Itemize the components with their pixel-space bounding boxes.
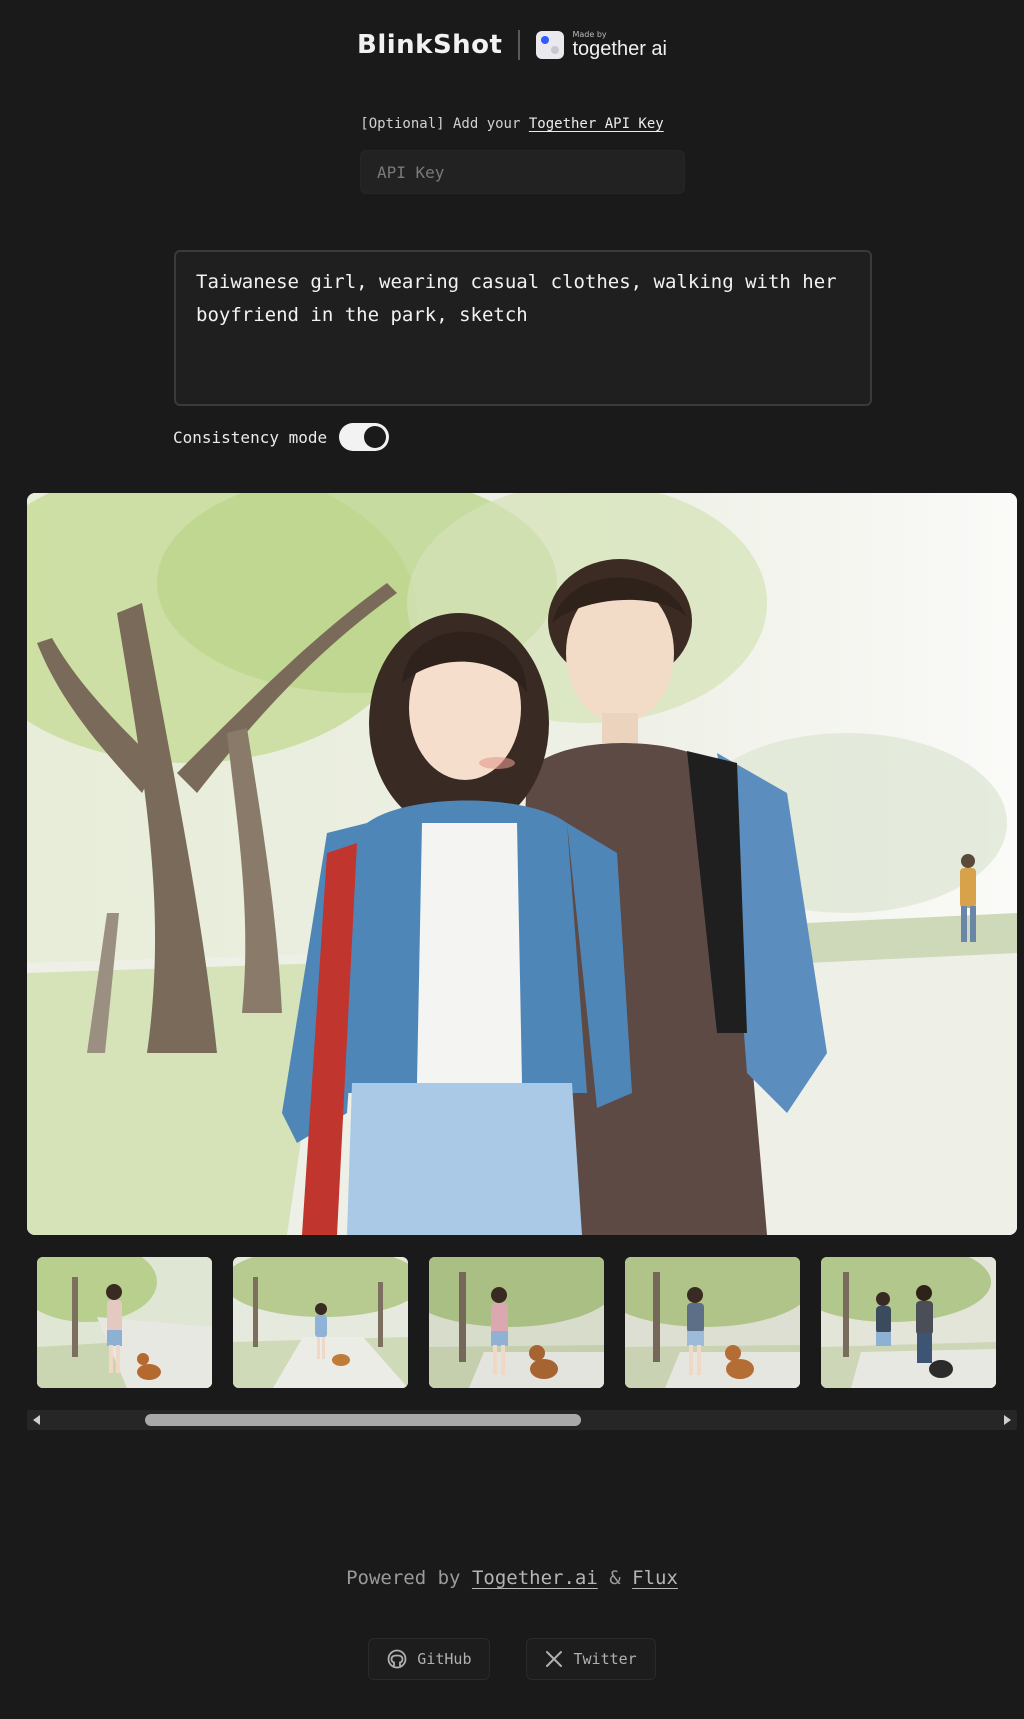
thumbnail-illustration xyxy=(233,1257,408,1388)
thumbnail-illustration xyxy=(821,1257,996,1388)
thumbnail-illustration xyxy=(37,1257,212,1388)
together-logo-icon xyxy=(536,31,565,59)
github-label: GitHub xyxy=(417,1650,472,1668)
toggle-knob xyxy=(364,426,387,448)
twitter-button[interactable]: Twitter xyxy=(526,1638,656,1680)
github-button[interactable]: GitHub xyxy=(368,1638,491,1680)
api-key-label-prefix: [Optional] Add your xyxy=(360,116,521,132)
header-divider xyxy=(518,30,521,60)
together-api-key-link[interactable]: Together API Key xyxy=(529,116,664,132)
thumbnail-illustration xyxy=(625,1257,800,1388)
api-key-label: [Optional] Add your Together API Key xyxy=(0,116,1024,132)
thumbnail-illustration xyxy=(429,1257,604,1388)
ampersand: & xyxy=(609,1567,621,1589)
powered-by: Powered by Together.ai & Flux xyxy=(0,1567,1024,1589)
x-twitter-icon xyxy=(546,1651,563,1667)
thumbnail-2[interactable] xyxy=(233,1257,408,1388)
scrollbar-thumb[interactable] xyxy=(144,1414,581,1426)
main-image-illustration xyxy=(27,493,1017,1235)
powered-by-prefix: Powered by xyxy=(346,1567,461,1589)
api-key-input[interactable] xyxy=(360,150,685,194)
github-icon xyxy=(387,1649,407,1669)
thumbnail-1[interactable] xyxy=(37,1257,212,1388)
scroll-right-arrow-icon[interactable] xyxy=(1004,1415,1011,1425)
consistency-mode-toggle[interactable] xyxy=(339,423,390,451)
main-generated-image[interactable] xyxy=(27,493,1017,1235)
social-links: GitHub Twitter xyxy=(0,1638,1024,1680)
consistency-mode-label: Consistency mode xyxy=(173,427,328,447)
thumbnail-3[interactable] xyxy=(429,1257,604,1388)
thumbnail-4[interactable] xyxy=(625,1257,800,1388)
brand-logo[interactable]: BlinkShot xyxy=(357,30,502,60)
thumbnail-strip xyxy=(37,1257,996,1388)
made-by-together-link[interactable]: Made by together ai xyxy=(536,31,667,59)
scroll-left-arrow-icon[interactable] xyxy=(33,1415,40,1425)
twitter-label: Twitter xyxy=(573,1650,637,1668)
consistency-mode-row: Consistency mode xyxy=(173,423,390,451)
thumbnail-5[interactable] xyxy=(821,1257,996,1388)
thumbnail-scrollbar[interactable] xyxy=(27,1410,1017,1430)
made-by-text: Made by together ai xyxy=(572,31,667,60)
made-by-name: together ai xyxy=(572,38,667,60)
header: BlinkShot Made by together ai xyxy=(0,30,1024,60)
together-ai-link[interactable]: Together.ai xyxy=(472,1567,598,1589)
flux-link[interactable]: Flux xyxy=(632,1567,678,1589)
prompt-textarea[interactable]: Taiwanese girl, wearing casual clothes, … xyxy=(174,250,872,406)
